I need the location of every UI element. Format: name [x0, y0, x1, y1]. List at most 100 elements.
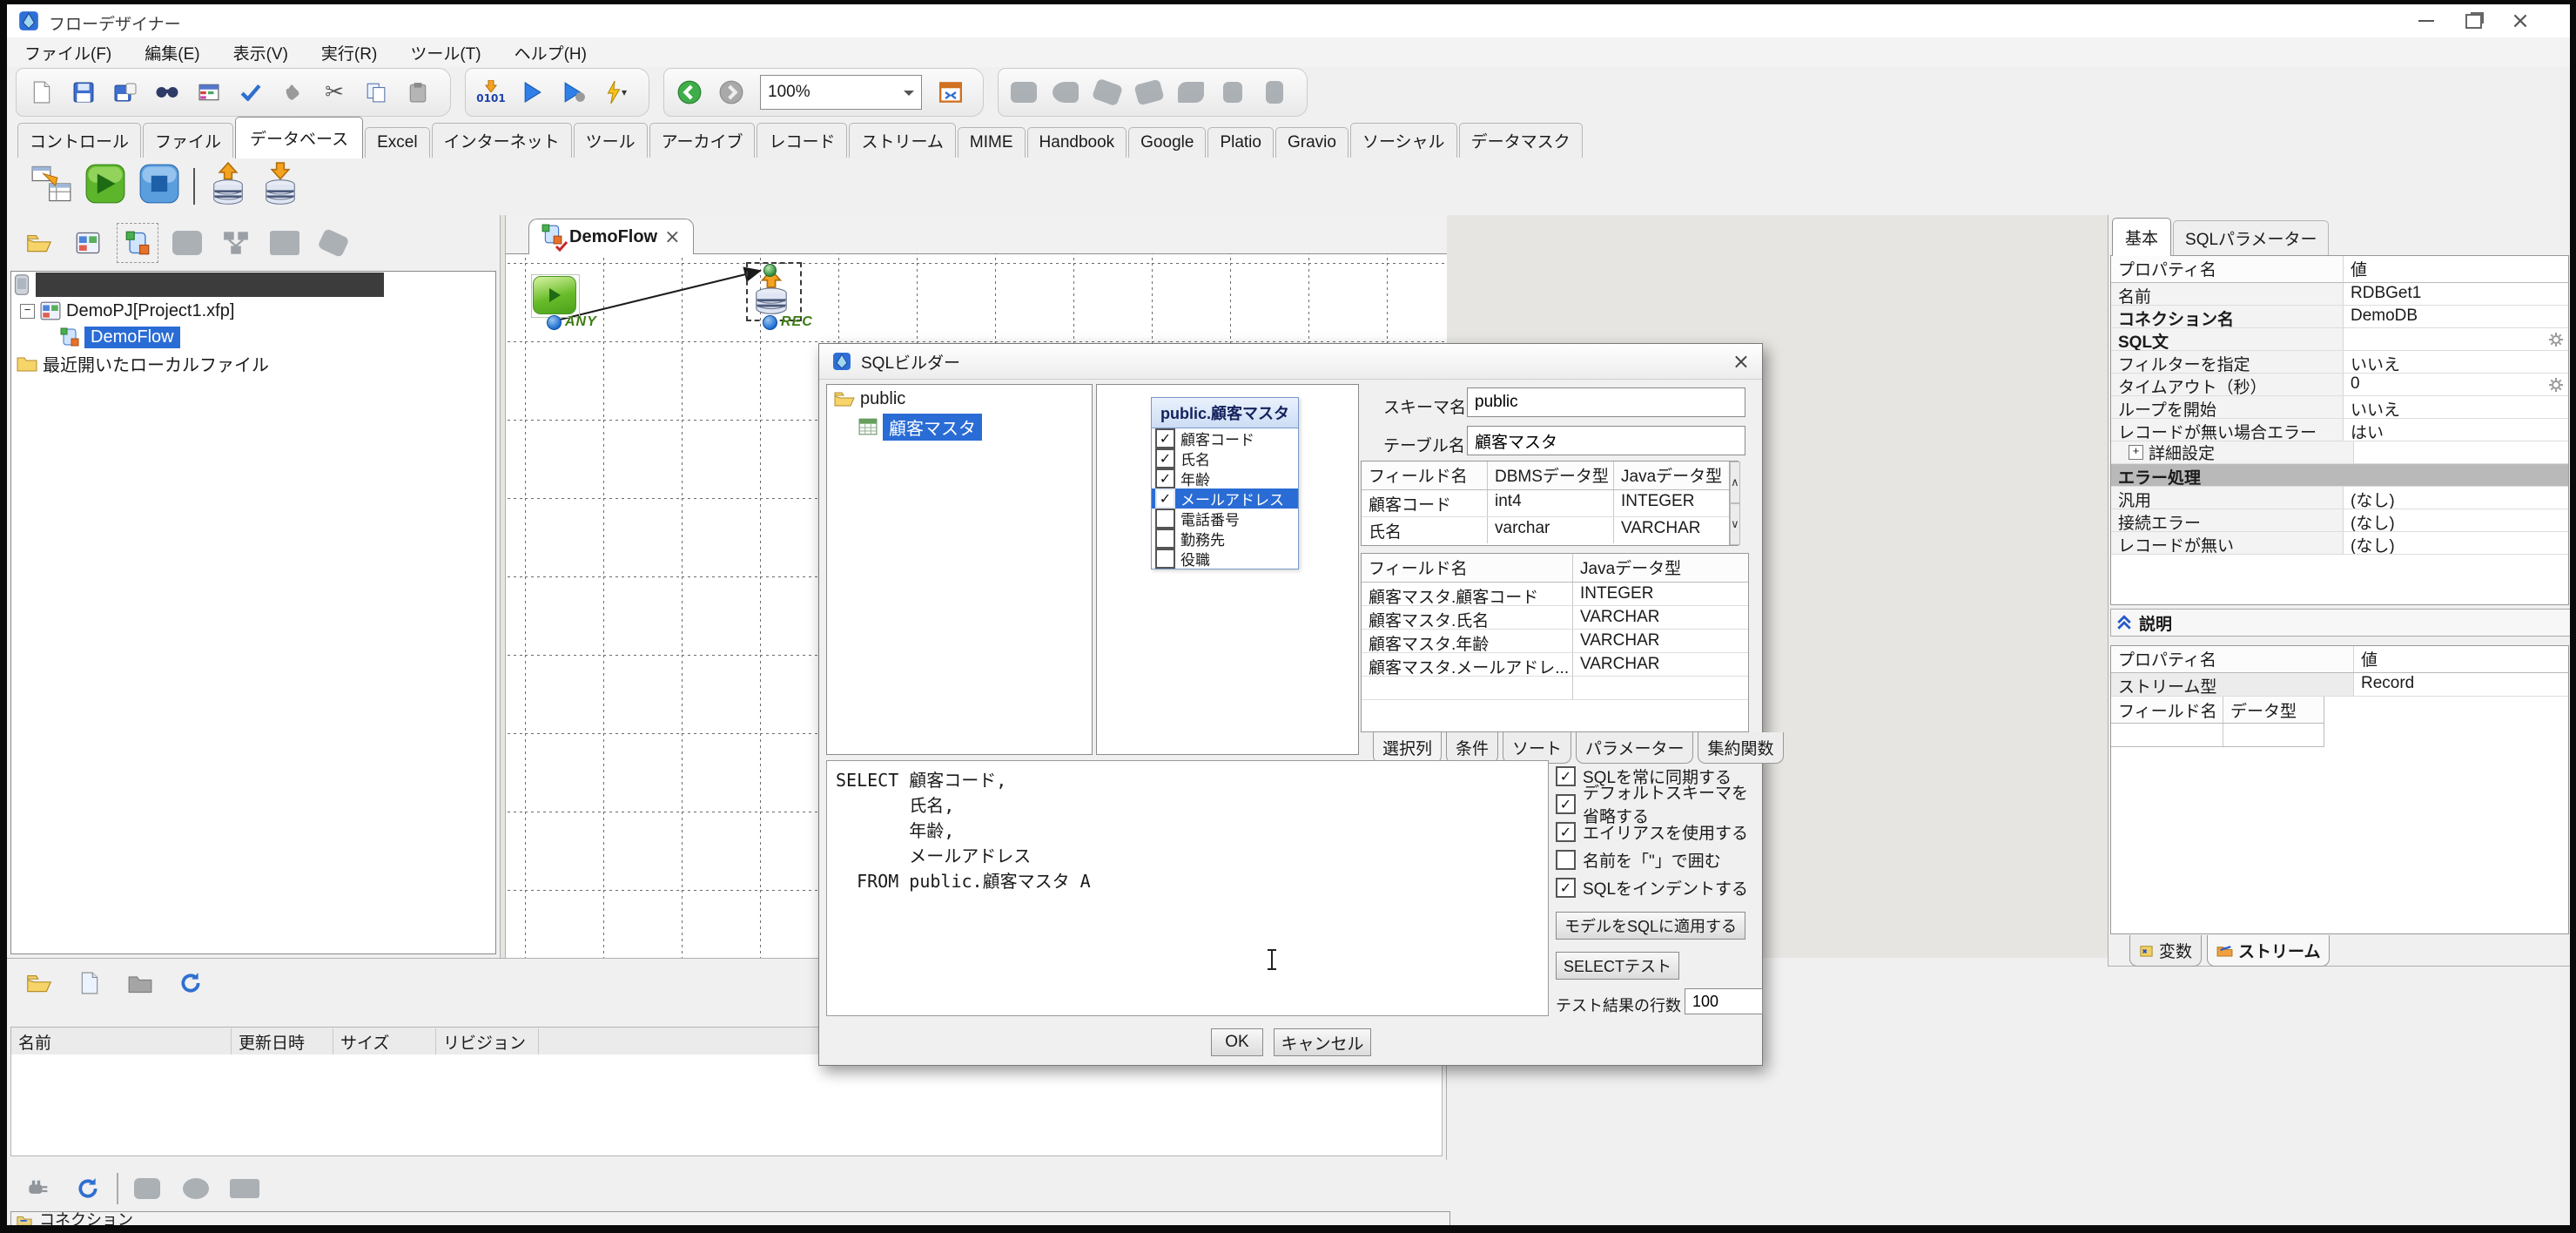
tab-sql-parameters[interactable]: SQLパラメーター	[2173, 220, 2329, 255]
checkbox-checked[interactable]: ✓	[1155, 428, 1175, 448]
checkbox-checked[interactable]: ✓	[1556, 766, 1576, 786]
tab-mime[interactable]: MIME	[958, 127, 1026, 158]
scroll-up-icon[interactable]: ∧	[1730, 462, 1740, 503]
table-row[interactable]: 顧客マスタ.氏名VARCHAR	[1362, 606, 1748, 630]
column-header-revision[interactable]: リビジョン	[436, 1028, 539, 1055]
property-row[interactable]: コネクション名DemoDB	[2111, 306, 2568, 328]
property-row[interactable]: タイムアウト（秒）0	[2111, 374, 2568, 396]
collapse-expander-icon[interactable]: −	[20, 304, 35, 319]
open-project-button[interactable]	[19, 224, 59, 262]
expand-icon[interactable]: +	[2129, 445, 2143, 460]
disable-connection-button[interactable]	[176, 1169, 216, 1208]
fit-window-button[interactable]	[931, 73, 971, 111]
tree-row-server[interactable]	[11, 272, 495, 298]
property-row[interactable]: レコードが無い場合エラーはい	[2111, 419, 2568, 441]
property-row[interactable]: 汎用(なし)	[2111, 487, 2568, 509]
property-row[interactable]: ループを開始いいえ	[2111, 396, 2568, 419]
ok-button[interactable]: OK	[1211, 1028, 1263, 1056]
tab-basic[interactable]: 基本	[2112, 218, 2171, 256]
table-card[interactable]: public.顧客マスタ ✓顧客コード ✓氏名 ✓年齢 ✓メールアドレス 電話番…	[1151, 397, 1299, 569]
field-row[interactable]: ✓氏名	[1152, 448, 1298, 468]
table-row[interactable]: 顧客マスタ.年齢VARCHAR	[1362, 630, 1748, 653]
tab-google[interactable]: Google	[1128, 127, 1206, 158]
restore-button[interactable]	[2450, 7, 2497, 35]
scroll-down-icon[interactable]: ∨	[1730, 503, 1740, 545]
table-row[interactable]: 顧客マスタ.メールアドレ...VARCHAR	[1362, 653, 1748, 677]
hierarchy-button[interactable]	[216, 224, 256, 262]
flow-tab[interactable]: DemoFlow ×	[528, 219, 694, 254]
field-row[interactable]: 電話番号	[1152, 509, 1298, 529]
tree-row-flow[interactable]: DemoFlow	[11, 324, 495, 350]
end-component[interactable]	[139, 164, 179, 209]
connector-4-button[interactable]	[1129, 73, 1169, 111]
file-list[interactable]	[10, 1054, 1443, 1156]
tab-select-columns[interactable]: 選択列	[1373, 732, 1442, 764]
copy-button[interactable]	[356, 73, 396, 111]
checkbox-unchecked[interactable]	[1155, 549, 1175, 569]
cancel-button[interactable]: キャンセル	[1274, 1028, 1371, 1056]
tab-variables[interactable]: 変数	[2129, 935, 2202, 967]
option-row[interactable]: ✓エイリアスを使用する	[1556, 818, 1748, 846]
gear-icon[interactable]	[2549, 333, 2563, 347]
column-header-size[interactable]: サイズ	[333, 1028, 436, 1055]
project-settings-button[interactable]	[167, 224, 207, 262]
checkbox-checked[interactable]: ✓	[1556, 822, 1576, 842]
tab-internet[interactable]: インターネット	[432, 123, 572, 158]
save-button[interactable]	[64, 73, 104, 111]
field-row[interactable]: 役職	[1152, 549, 1298, 569]
tab-file[interactable]: ファイル	[143, 123, 233, 158]
refresh-files-button[interactable]	[171, 964, 211, 1002]
add-connection-button[interactable]	[127, 1169, 167, 1208]
server-button[interactable]	[265, 224, 305, 262]
connector-3-button[interactable]	[1087, 73, 1127, 111]
schema-tree-row[interactable]: public	[827, 385, 1092, 413]
connector-5-button[interactable]	[1171, 73, 1211, 111]
checkbox-unchecked[interactable]	[1155, 529, 1175, 549]
field-row[interactable]: ✓年齢	[1152, 468, 1298, 488]
tab-stream[interactable]: ストリーム	[849, 123, 955, 158]
db-put-component[interactable]	[209, 162, 247, 211]
apply-model-button[interactable]: モデルをSQLに適用する	[1556, 912, 1745, 940]
tab-archive[interactable]: アーカイブ	[649, 123, 756, 158]
select-test-button[interactable]: SELECTテスト	[1556, 952, 1679, 980]
new-file-button[interactable]	[70, 964, 110, 1002]
db-output-port[interactable]	[763, 315, 777, 330]
menu-item-help[interactable]: ヘルプ(H)	[515, 41, 587, 64]
open-file-button[interactable]	[19, 964, 59, 1002]
back-button[interactable]	[669, 73, 710, 111]
new-document-button[interactable]	[22, 73, 62, 111]
field-row-selected[interactable]: ✓メールアドレス	[1152, 488, 1298, 509]
table-row[interactable]: 顧客コード int4 INTEGER	[1362, 490, 1729, 517]
tab-control[interactable]: コントロール	[17, 123, 141, 158]
option-row[interactable]: ✓SQLをインデントする	[1556, 873, 1748, 901]
property-row[interactable]: 接続エラー(なし)	[2111, 509, 2568, 532]
checkbox-checked[interactable]: ✓	[1556, 794, 1576, 814]
close-button[interactable]: ×	[2497, 7, 2544, 35]
checkbox-checked[interactable]: ✓	[1155, 488, 1175, 509]
table-name-input[interactable]	[1467, 426, 1745, 455]
deploy-button[interactable]: 0101	[471, 73, 511, 111]
tab-handbook[interactable]: Handbook	[1027, 127, 1127, 158]
tab-sort[interactable]: ソート	[1503, 732, 1571, 764]
new-flow-button[interactable]	[117, 223, 158, 263]
option-row[interactable]: 名前を「"」で囲む	[1556, 846, 1721, 873]
checkbox-unchecked[interactable]	[1155, 509, 1175, 529]
stream-type-row[interactable]: ストリーム型 Record	[2111, 673, 2568, 697]
tab-datamask[interactable]: データマスク	[1459, 123, 1583, 158]
column-header-modified[interactable]: 更新日時	[232, 1028, 333, 1055]
start-component[interactable]	[85, 164, 125, 209]
menu-item-view[interactable]: 表示(V)	[233, 41, 288, 64]
zoom-select[interactable]: 100%	[760, 75, 922, 110]
connector-2-button[interactable]	[1046, 73, 1086, 111]
sql-text-area[interactable]: SELECT 顧客コード, 氏名, 年齢, メールアドレス FROM publi…	[826, 760, 1549, 1016]
tab-social[interactable]: ソーシャル	[1350, 123, 1457, 158]
menu-item-edit[interactable]: 編集(E)	[145, 41, 199, 64]
gear-icon[interactable]	[2549, 378, 2563, 392]
menu-item-run[interactable]: 実行(R)	[321, 41, 377, 64]
debug-run-button[interactable]	[555, 73, 595, 111]
table-row[interactable]: 氏名 varchar VARCHAR	[1362, 517, 1729, 543]
dialog-close-icon[interactable]: ×	[1732, 349, 1750, 374]
tab-excel[interactable]: Excel	[365, 127, 429, 158]
property-row[interactable]: SQL文	[2111, 328, 2568, 351]
table-row-empty[interactable]	[1362, 677, 1748, 700]
